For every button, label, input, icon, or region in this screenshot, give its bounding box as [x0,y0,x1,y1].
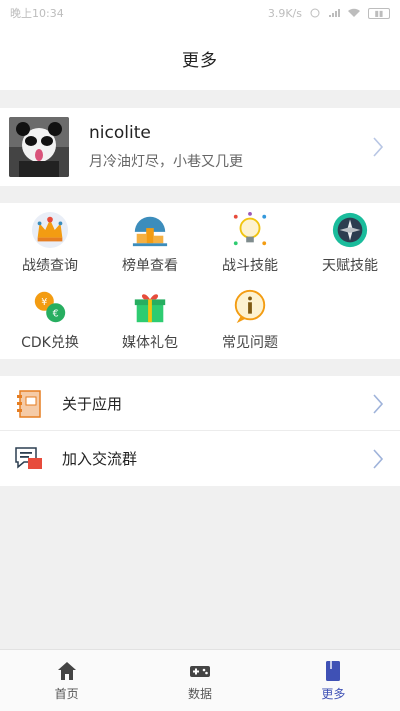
book-icon [326,660,341,681]
grid-item-media-gift[interactable]: 媒体礼包 [100,282,200,357]
grid-label: 媒体礼包 [122,335,178,351]
alarm-icon [310,8,320,18]
grid-item-battle-skills[interactable]: 战斗技能 [200,205,300,280]
tab-more[interactable]: 更多 [267,650,400,711]
tab-label: 首页 [54,686,79,701]
gift-icon [134,294,166,323]
chat-icon [15,446,42,469]
notebook-icon [17,389,41,418]
svg-text:¥: ¥ [41,297,47,308]
podium-icon [132,216,168,247]
grid-label: 战绩查询 [22,258,78,274]
lightbulb-icon [233,211,267,246]
grid-item-faq[interactable]: 常见问题 [200,282,300,357]
tab-label: 更多 [321,686,346,701]
tab-home[interactable]: 首页 [0,650,133,711]
gamepad-icon [189,665,210,677]
home-icon [57,661,76,680]
signal-icon [329,9,340,17]
profile-text: nicolite 月冷油灯尽，小巷又几更 [89,123,400,171]
username: nicolite [89,123,151,143]
header: 更多 [0,26,400,90]
tab-label: 数据 [187,686,212,701]
menu-list: 关于应用 加入交流群 [0,376,400,486]
grid-item-leaderboard[interactable]: 榜单查看 [100,205,200,280]
battery-icon: ▮▮ [368,7,390,19]
grid-item-record-query[interactable]: 战绩查询 [0,205,100,280]
status-bar: 晚上10:34 3.9K/s ▮▮ [0,0,400,26]
tab-data[interactable]: 数据 [133,650,266,711]
grid-item-talent-skills[interactable]: 天赋技能 [300,205,400,280]
grid-label: 常见问题 [222,335,278,351]
grid-label: 战斗技能 [222,258,278,274]
chevron-right-icon [373,137,384,157]
grid-label: 天赋技能 [322,258,378,274]
menu-item-about-app[interactable]: 关于应用 [0,376,400,431]
grid-item-cdk-exchange[interactable]: ¥ € CDK兑换 [0,282,100,357]
info-bubble-icon [234,289,266,324]
menu-label: 关于应用 [62,395,123,413]
avatar [9,117,69,177]
profile-card[interactable]: nicolite 月冷油灯尽，小巷又几更 [0,108,400,186]
feature-grid: 战绩查询 榜单查看 战斗技能 天赋技能 ¥ € CDK兑换 媒体礼包 常见问题 [0,203,400,359]
network-speed: 3.9K/s [267,6,302,20]
svg-text:€: € [53,309,59,320]
grid-label: CDK兑换 [21,335,79,351]
status-right: 3.9K/s ▮▮ [268,7,390,20]
chevron-right-icon [373,448,384,469]
crown-icon [31,211,69,249]
status-time: 晚上10:34 [10,7,64,20]
wifi-icon [348,8,360,17]
menu-item-join-group[interactable]: 加入交流群 [0,431,400,486]
compass-icon [332,212,368,248]
page-title: 更多 [182,50,218,71]
chevron-right-icon [373,393,384,414]
grid-label: 榜单查看 [122,258,178,274]
bottom-tab-bar: 首页 数据 更多 [0,649,400,711]
menu-label: 加入交流群 [62,450,138,468]
exchange-icon: ¥ € [34,291,66,323]
signature: 月冷油灯尽，小巷又几更 [89,154,243,170]
